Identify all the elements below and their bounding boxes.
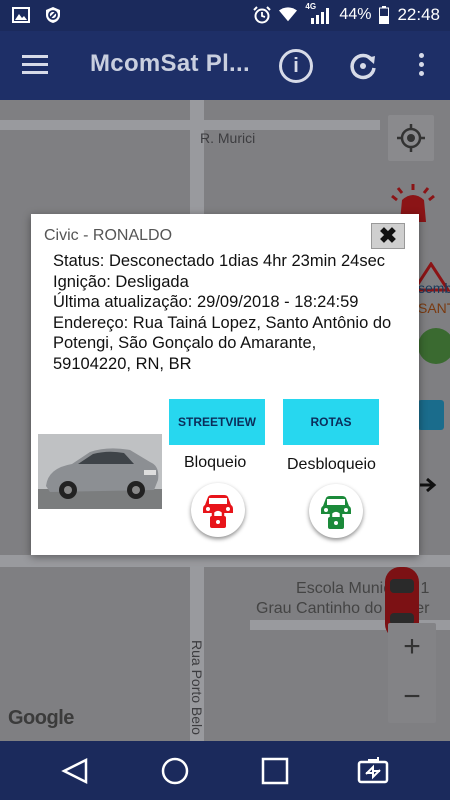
- alarm-icon: [253, 6, 272, 24]
- recents-icon[interactable]: [260, 756, 290, 786]
- rotas-button[interactable]: ROTAS: [283, 399, 379, 445]
- battery-icon: [379, 6, 390, 24]
- cell-signal-icon: 4G: [305, 2, 331, 24]
- globe-icon[interactable]: [418, 328, 450, 364]
- zoom-controls: + −: [388, 623, 436, 723]
- vehicle-info-dialog: Civic - RONALDO ✖ Status: Desconectado 1…: [31, 214, 419, 555]
- more-options-icon[interactable]: [419, 53, 425, 80]
- switch-screen-icon[interactable]: [356, 756, 390, 786]
- car-photo: [38, 434, 162, 509]
- refresh-icon[interactable]: [348, 51, 378, 81]
- image-notification-icon: [12, 7, 30, 23]
- info-icon[interactable]: i: [279, 49, 313, 83]
- block-vehicle-button[interactable]: [191, 483, 245, 537]
- traffic-icon[interactable]: [418, 400, 444, 430]
- address-text: Endereço: Rua Tainá Lopez, Santo Antônio…: [53, 313, 392, 373]
- map-fragment-label: SANT: [418, 300, 450, 316]
- vehicle-details: Status: Desconectado 1dias 4hr 23min 24s…: [53, 251, 393, 374]
- zoom-in-button[interactable]: +: [388, 623, 436, 673]
- home-icon[interactable]: [160, 756, 190, 786]
- shield-block-icon: [46, 7, 60, 23]
- google-logo: Google: [8, 707, 74, 729]
- arrow-right-icon[interactable]: [418, 475, 438, 495]
- menu-icon[interactable]: [22, 55, 48, 75]
- status-text: Status: Desconectado 1dias 4hr 23min 24s…: [53, 252, 386, 270]
- unblock-label: Desbloqueio: [287, 456, 376, 473]
- my-location-button[interactable]: [388, 115, 434, 161]
- block-label: Bloqueio: [184, 454, 247, 471]
- app-bar: McomSat Pl... i: [0, 31, 450, 100]
- map-fragment-label: semb: [418, 280, 450, 296]
- last-update-text: Última atualização: 29/09/2018 - 18:24:5…: [53, 293, 359, 311]
- car-unlock-green-icon: [321, 496, 351, 529]
- street-label-vertical: Rua Porto Belo: [189, 640, 205, 735]
- wifi-icon: [279, 7, 298, 22]
- clock: 22:48: [397, 5, 440, 24]
- ignition-text: Ignição: Desligada: [53, 272, 189, 291]
- zoom-out-button[interactable]: −: [388, 673, 436, 723]
- status-bar: 4G 44% 22:48: [0, 0, 450, 31]
- navigation-bar: [0, 741, 450, 800]
- streetview-button[interactable]: STREETVIEW: [169, 399, 265, 445]
- close-button[interactable]: ✖: [371, 223, 405, 249]
- app-title: McomSat Pl...: [90, 50, 250, 77]
- dialog-title: Civic - RONALDO: [44, 227, 173, 244]
- crosshair-icon: [397, 124, 425, 152]
- back-icon[interactable]: [60, 756, 90, 786]
- car-lock-red-icon: [203, 495, 233, 528]
- battery-percent: 44%: [339, 6, 372, 23]
- street-label: R. Murici: [200, 130, 256, 146]
- unblock-vehicle-button[interactable]: [309, 484, 363, 538]
